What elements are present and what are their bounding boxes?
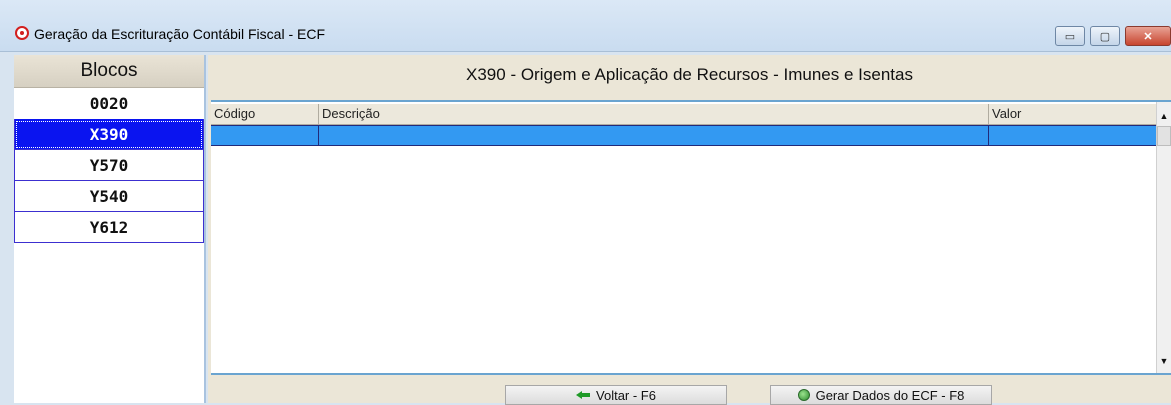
column-header-valor[interactable]: Valor xyxy=(989,104,1156,124)
grid-header: Código Descrição Valor xyxy=(211,104,1156,125)
cell-valor[interactable] xyxy=(989,126,1156,145)
main-panel: X390 - Origem e Aplicação de Recursos - … xyxy=(208,55,1171,405)
back-arrow-icon xyxy=(576,390,591,400)
maximize-button[interactable]: ▢ xyxy=(1090,26,1120,46)
close-icon: ✕ xyxy=(1143,30,1153,43)
generate-icon xyxy=(797,389,810,401)
back-button[interactable]: Voltar - F6 xyxy=(505,385,727,405)
block-item-y612[interactable]: Y612 xyxy=(14,212,204,243)
minimize-icon: ▭ xyxy=(1064,30,1076,43)
block-item-0020[interactable]: 0020 xyxy=(14,88,204,119)
generate-ecf-button[interactable]: Gerar Dados do ECF - F8 xyxy=(770,385,992,405)
scroll-up-icon[interactable]: ▲ xyxy=(1157,108,1171,124)
scroll-thumb[interactable] xyxy=(1157,126,1171,146)
maximize-icon: ▢ xyxy=(1099,30,1111,43)
title-bar: Geração da Escrituração Contábil Fiscal … xyxy=(0,0,1171,52)
blocks-header: Blocos xyxy=(14,55,204,88)
app-icon xyxy=(15,26,29,40)
data-grid[interactable]: Código Descrição Valor ▲ ▼ xyxy=(211,100,1171,375)
section-title: X390 - Origem e Aplicação de Recursos - … xyxy=(466,65,913,84)
scroll-down-icon[interactable]: ▼ xyxy=(1157,353,1171,369)
close-button[interactable]: ✕ xyxy=(1125,26,1171,46)
cell-descricao[interactable] xyxy=(319,126,989,145)
column-header-codigo[interactable]: Código xyxy=(211,104,319,124)
back-button-label: Voltar - F6 xyxy=(596,387,656,403)
minimize-button[interactable]: ▭ xyxy=(1055,26,1085,46)
window-title: Geração da Escrituração Contábil Fiscal … xyxy=(34,26,325,42)
column-header-descricao[interactable]: Descrição xyxy=(319,104,989,124)
table-row[interactable] xyxy=(211,125,1156,146)
block-item-y570[interactable]: Y570 xyxy=(14,150,204,181)
vertical-scrollbar[interactable]: ▲ ▼ xyxy=(1156,102,1171,373)
generate-button-label: Gerar Dados do ECF - F8 xyxy=(815,387,965,403)
block-item-x390[interactable]: X390 xyxy=(14,119,204,150)
block-item-y540[interactable]: Y540 xyxy=(14,181,204,212)
cell-codigo[interactable] xyxy=(211,126,319,145)
blocks-panel: Blocos 0020 X390 Y570 Y540 Y612 xyxy=(14,55,206,403)
